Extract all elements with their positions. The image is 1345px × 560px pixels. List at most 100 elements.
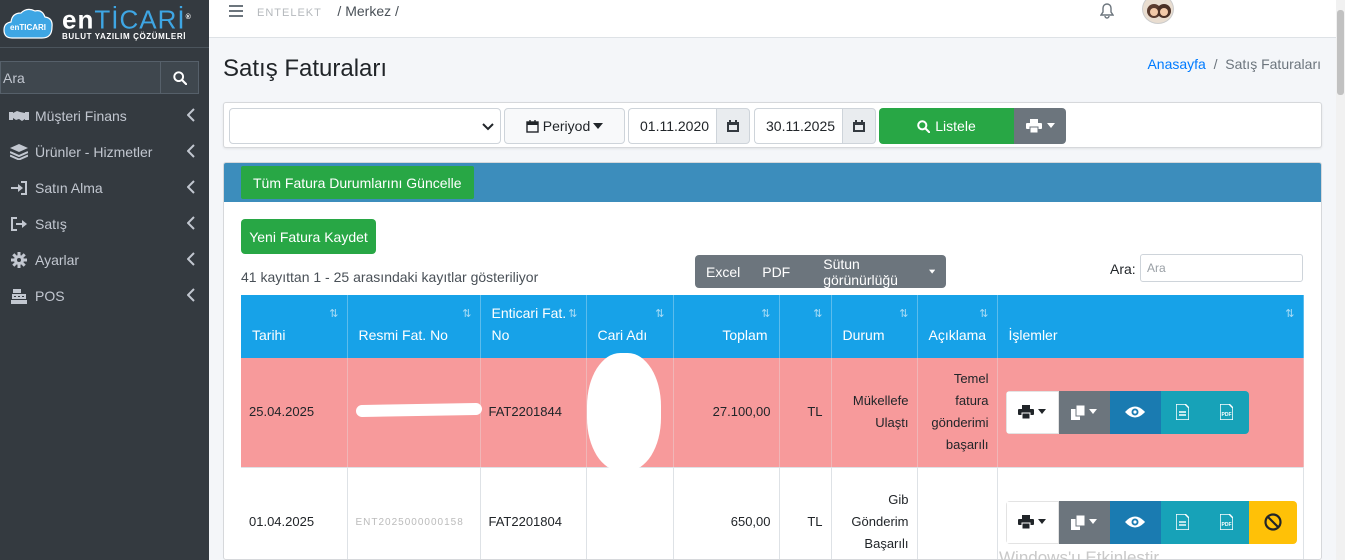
pdf-button[interactable]: PDF (1204, 500, 1249, 544)
brand-ticari: TİCARİ (94, 4, 186, 35)
sidebar-item-satis[interactable]: Satış (0, 206, 209, 242)
calendar-icon (727, 120, 739, 132)
cell-enticari-no: FAT2201804 (480, 467, 587, 559)
ban-icon (1263, 513, 1282, 531)
page-title: Satış Faturaları (223, 55, 388, 82)
redaction-mark (586, 353, 661, 471)
sidebar-item-label: Satış (35, 216, 67, 232)
bell-icon[interactable] (1100, 3, 1114, 19)
filter-bar: Periyod Listele (223, 102, 1322, 148)
sidebar-item-musteri-finans[interactable]: Müşteri Finans (0, 98, 209, 134)
branch-name[interactable]: Merkez (345, 3, 391, 19)
brand-logo[interactable]: enTICARI enTİCARİ® BULUT YAZILIM ÇÖZÜMLE… (0, 0, 209, 48)
view-button[interactable] (1109, 390, 1161, 434)
update-all-statuses-button[interactable]: Tüm Fatura Durumlarını Güncelle (241, 166, 474, 199)
chevron-left-icon (187, 108, 195, 122)
cell-description: Temel fatura gönderimi başarılı (917, 358, 998, 468)
pdf-export-button[interactable]: PDF (751, 264, 801, 280)
column-visibility-button[interactable]: Sütun görünürlüğü (801, 256, 946, 288)
page-scrollbar[interactable] (1336, 0, 1345, 560)
copy-dropdown-button[interactable] (1058, 500, 1110, 544)
copy-dropdown-button[interactable] (1058, 390, 1110, 434)
brand-subtitle: BULUT YAZILIM ÇÖZÜMLERİ (62, 32, 187, 42)
breadcrumb-current: Satış Faturaları (1225, 56, 1321, 72)
column-header-description[interactable]: ⇅ Açıklama (917, 295, 998, 358)
table-search-label: Ara: (1110, 261, 1136, 277)
table-row[interactable]: 01.04.2025 ENT2025000000158 FAT2201804 6… (241, 467, 1304, 559)
pdf-button[interactable]: PDF (1204, 390, 1249, 434)
hamburger-menu-icon[interactable] (229, 4, 243, 18)
column-header-status[interactable]: ⇅ Durum (831, 295, 918, 358)
cell-customer (586, 467, 674, 559)
print-dropdown-button[interactable] (1005, 390, 1059, 434)
row-action-group: PDF (1005, 500, 1297, 544)
print-icon (1025, 119, 1042, 133)
brand-registered-mark: ® (185, 13, 192, 21)
company-name[interactable]: ENTELEKT (257, 7, 322, 19)
chevron-down-icon (482, 123, 494, 131)
sort-icon: ⇅ (568, 308, 578, 320)
end-date-input[interactable] (754, 108, 842, 144)
new-invoice-button[interactable]: Yeni Fatura Kaydet (241, 219, 376, 254)
cell-actions: PDF (997, 358, 1304, 468)
start-date-calendar-button[interactable] (716, 108, 750, 144)
sidebar-item-label: POS (35, 288, 65, 304)
end-date-calendar-button[interactable] (842, 108, 876, 144)
sort-icon: ⇅ (329, 308, 339, 320)
column-header-official-no[interactable]: ⇅ Resmi Fat. No (347, 295, 481, 358)
period-dropdown-button[interactable]: Periyod (504, 108, 625, 144)
sidebar: enTICARI enTİCARİ® BULUT YAZILIM ÇÖZÜMLE… (0, 0, 209, 560)
sidebar-item-pos[interactable]: POS (0, 278, 209, 314)
sidebar-item-ayarlar[interactable]: Ayarlar (0, 242, 209, 278)
sidebar-item-satin-alma[interactable]: Satın Alma (0, 170, 209, 206)
table-info: 41 kayıttan 1 - 25 arasındaki kayıtlar g… (241, 269, 539, 285)
customer-select[interactable] (229, 108, 501, 144)
sidebar-item-urunler-hizmetler[interactable]: Ürünler - Hizmetler (0, 134, 209, 170)
cash-register-icon (9, 287, 29, 305)
breadcrumb-home-link[interactable]: Anasayfa (1147, 56, 1205, 72)
table-search-input[interactable] (1140, 254, 1303, 282)
column-header-actions[interactable]: ⇅ İşlemler (997, 295, 1304, 358)
file-pdf-icon: PDF (1220, 404, 1233, 421)
sort-icon: ⇅ (655, 308, 665, 320)
column-header-date[interactable]: ⇅ Tarihi (241, 295, 348, 358)
sort-icon: ⇅ (813, 308, 823, 320)
print-dropdown-button[interactable] (1014, 108, 1066, 144)
sort-icon: ⇅ (761, 308, 771, 320)
cell-date: 01.04.2025 (241, 467, 348, 559)
sidebar-search-input[interactable] (0, 61, 160, 94)
top-breadcrumb: ENTELEKT / Merkez / (257, 3, 399, 19)
column-header-currency[interactable]: ⇅ (779, 295, 832, 358)
view-button[interactable] (1109, 500, 1161, 544)
print-icon (1018, 515, 1034, 529)
column-visibility-label: Sütun görünürlüğü (823, 255, 898, 288)
start-date-input[interactable] (628, 108, 716, 144)
official-no-text: ENT2025000000158 (355, 517, 464, 528)
table-row[interactable]: 25.04.2025 FAT2201844 27.100,00 TL Mükel… (241, 353, 1304, 471)
cancel-invoice-button[interactable] (1248, 500, 1297, 544)
cell-customer (586, 353, 674, 471)
search-icon (917, 119, 931, 133)
view-document-button[interactable] (1160, 500, 1205, 544)
print-dropdown-button[interactable] (1005, 500, 1059, 544)
layers-icon (9, 143, 29, 161)
sidebar-nav: Müşteri Finans Ürünler - Hizmetler Satın… (0, 98, 209, 314)
card-header: Tüm Fatura Durumlarını Güncelle (224, 163, 1321, 202)
breadcrumb: Anasayfa / Satış Faturaları (1147, 56, 1321, 72)
column-header-customer[interactable]: ⇅ Cari Adı (586, 295, 674, 358)
sidebar-search (0, 61, 199, 94)
excel-export-button[interactable]: Excel (695, 264, 751, 280)
redaction-mark (355, 403, 482, 418)
chevron-left-icon (187, 180, 195, 194)
cell-actions: PDF (997, 467, 1304, 559)
user-avatar[interactable] (1142, 0, 1174, 24)
sidebar-search-button[interactable] (160, 61, 199, 94)
scrollbar-thumb[interactable] (1337, 10, 1344, 95)
search-icon (172, 70, 187, 85)
view-document-button[interactable] (1160, 390, 1205, 434)
breadcrumb-sep: / (1213, 56, 1218, 72)
list-button[interactable]: Listele (879, 108, 1014, 144)
sort-icon: ⇅ (1285, 308, 1295, 320)
column-header-total[interactable]: ⇅ Toplam (673, 295, 780, 358)
column-header-enticari-no[interactable]: ⇅ Enticari Fat. No (480, 295, 587, 358)
